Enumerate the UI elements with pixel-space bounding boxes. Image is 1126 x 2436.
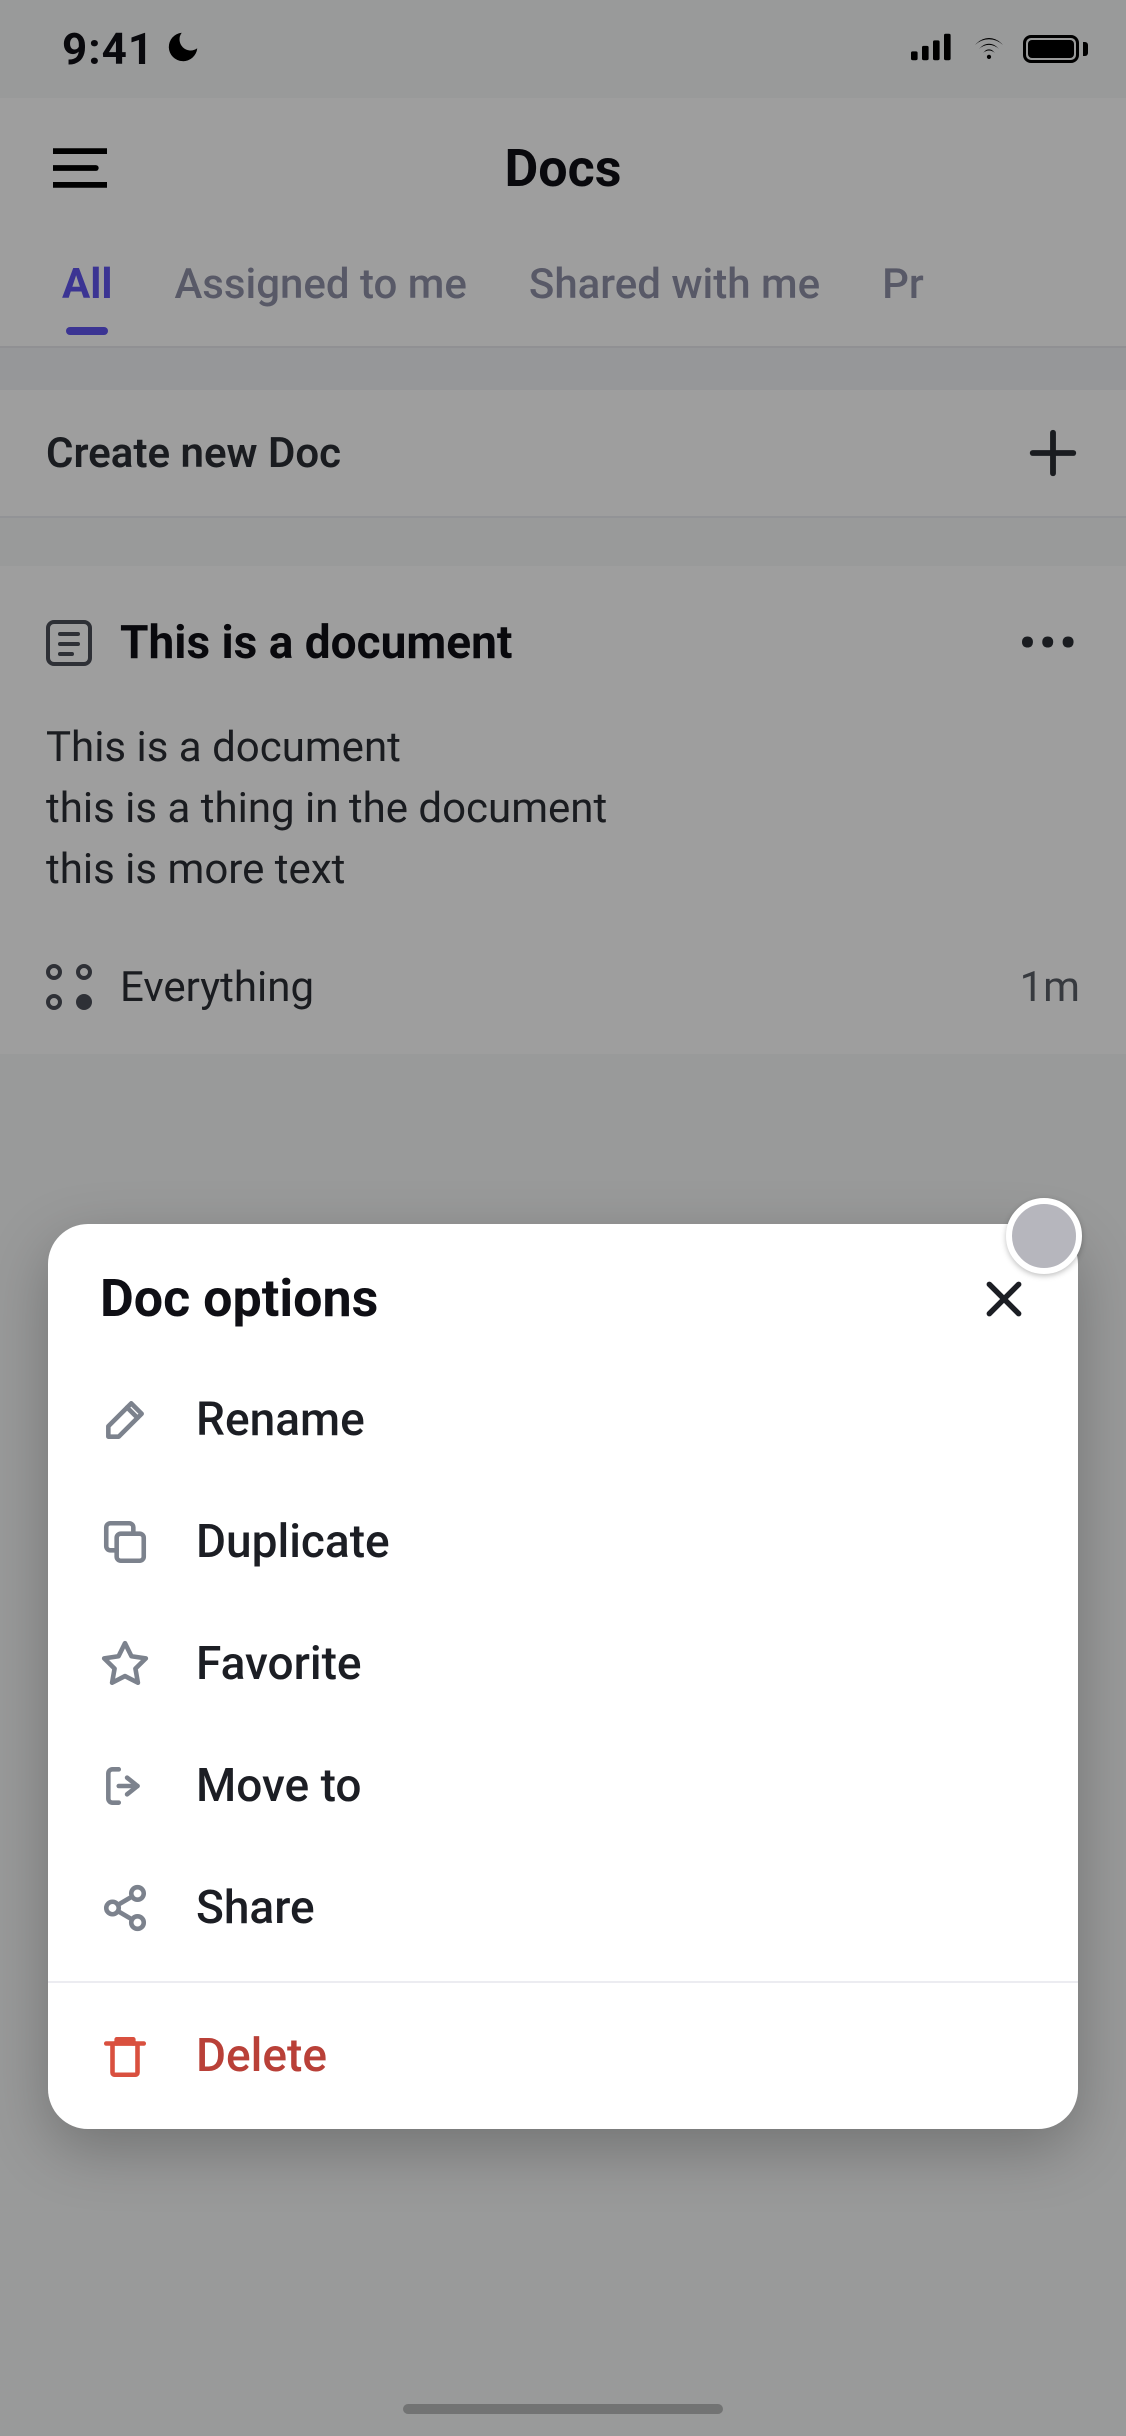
option-duplicate[interactable]: Duplicate bbox=[48, 1481, 1078, 1603]
share-icon bbox=[100, 1883, 150, 1933]
trash-icon bbox=[100, 2031, 150, 2081]
option-label: Share bbox=[196, 1881, 315, 1935]
sheet-separator bbox=[48, 1981, 1078, 1983]
option-label: Rename bbox=[196, 1393, 365, 1447]
duplicate-icon bbox=[100, 1517, 150, 1567]
option-rename[interactable]: Rename bbox=[48, 1359, 1078, 1481]
option-delete[interactable]: Delete bbox=[48, 1995, 1078, 2117]
move-icon bbox=[100, 1761, 150, 1811]
option-label: Favorite bbox=[196, 1637, 362, 1691]
option-label: Move to bbox=[196, 1759, 361, 1813]
option-label: Delete bbox=[196, 2029, 327, 2083]
star-icon bbox=[100, 1639, 150, 1689]
sheet-title: Doc options bbox=[100, 1268, 378, 1329]
doc-options-sheet: Doc options Rename Duplicate Favorite Mo… bbox=[48, 1224, 1078, 2129]
pencil-icon bbox=[100, 1395, 150, 1445]
option-share[interactable]: Share bbox=[48, 1847, 1078, 1969]
touch-indicator bbox=[1006, 1198, 1082, 1274]
option-favorite[interactable]: Favorite bbox=[48, 1603, 1078, 1725]
option-move-to[interactable]: Move to bbox=[48, 1725, 1078, 1847]
home-indicator bbox=[403, 2404, 723, 2414]
option-label: Duplicate bbox=[196, 1515, 390, 1569]
close-button[interactable] bbox=[982, 1277, 1026, 1321]
